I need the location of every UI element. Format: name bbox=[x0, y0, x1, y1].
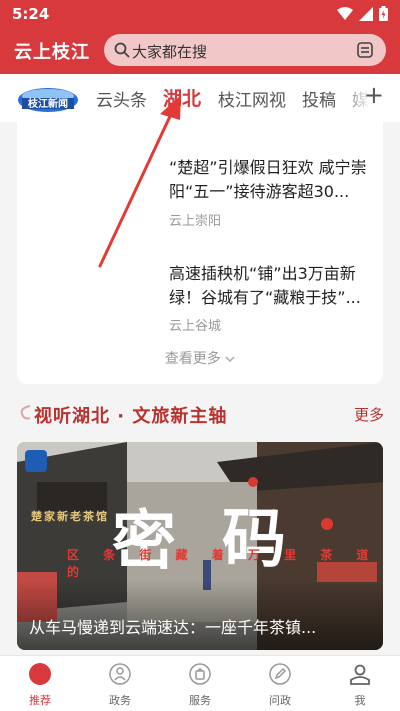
nav-inquiry[interactable]: 问政 bbox=[240, 662, 320, 708]
section-title: 视听湖北 · 文旅新主轴 bbox=[34, 406, 228, 427]
nav-me[interactable]: 我 bbox=[320, 662, 400, 708]
section-more-link[interactable]: 更多 bbox=[354, 404, 384, 425]
zhijiang-news-logo[interactable]: 枝江新闻 bbox=[16, 82, 80, 114]
channel-tab-bar: 枝江新闻 云头条 湖北 枝江网视 投稿 媒 + bbox=[0, 74, 400, 122]
search-input[interactable]: 大家都在搜 bbox=[104, 34, 386, 66]
channel-badge bbox=[25, 450, 47, 472]
news-title-1[interactable]: “楚超”引爆假日狂欢 咸宁崇阳“五一”接待游客超30... bbox=[169, 156, 369, 204]
home-dot-icon bbox=[29, 663, 51, 685]
search-icon bbox=[114, 42, 130, 58]
news-source-2: 云上谷城 bbox=[169, 319, 222, 334]
add-channel-button[interactable]: + bbox=[364, 83, 384, 107]
tab-hubei[interactable]: 湖北 bbox=[163, 84, 201, 111]
nav-recommend-label: 推荐 bbox=[29, 694, 51, 707]
search-placeholder: 大家都在搜 bbox=[132, 43, 208, 61]
nav-service[interactable]: 服务 bbox=[160, 662, 240, 708]
nav-service-label: 服务 bbox=[189, 694, 211, 707]
tab-submit[interactable]: 投稿 bbox=[302, 86, 336, 111]
government-icon bbox=[109, 663, 131, 685]
video-red-subtitle: 区 条 街 藏 着 万 里 茶 道 的 bbox=[67, 548, 379, 579]
signal-icon bbox=[359, 6, 373, 21]
battery-icon bbox=[379, 6, 388, 21]
tab-zhijiang-tv[interactable]: 枝江网视 bbox=[218, 86, 286, 111]
swirl-icon bbox=[20, 405, 31, 420]
view-more-link[interactable]: 查看更多 bbox=[17, 348, 383, 368]
nav-inquiry-label: 问政 bbox=[269, 694, 291, 707]
bottom-nav: 推荐 政务 服务 问政 我 bbox=[0, 655, 400, 711]
app-header: 云上枝江 大家都在搜 bbox=[0, 28, 400, 74]
svg-text:枝江新闻: 枝江新闻 bbox=[27, 97, 68, 110]
nav-government-label: 政务 bbox=[109, 694, 131, 707]
view-more-label: 查看更多 bbox=[164, 351, 221, 367]
service-bag-icon bbox=[189, 663, 211, 685]
user-icon bbox=[350, 664, 370, 685]
status-icons bbox=[337, 6, 388, 21]
video-caption: 从车马慢递到云端速达：一座千年茶镇... bbox=[29, 618, 317, 637]
nav-government[interactable]: 政务 bbox=[80, 662, 160, 708]
chevron-down-icon bbox=[225, 356, 235, 363]
app-title: 云上枝江 bbox=[14, 42, 90, 63]
video-card[interactable]: 楚家新老茶馆 密 码 区 条 街 藏 着 万 里 茶 道 的 从车马慢递到云端速… bbox=[17, 442, 383, 650]
wifi-icon bbox=[337, 6, 353, 20]
nav-recommend[interactable]: 推荐 bbox=[0, 662, 80, 708]
tab-yuntoutiao[interactable]: 云头条 bbox=[96, 86, 147, 111]
edit-icon bbox=[269, 663, 291, 685]
news-card: “楚超”引爆假日狂欢 咸宁崇阳“五一”接待游客超30... 云上崇阳 高速插秧机… bbox=[17, 122, 383, 384]
status-bar: 5:24 bbox=[0, 0, 400, 28]
scan-icon[interactable] bbox=[356, 41, 374, 59]
news-title-2[interactable]: 高速插秧机“铺”出3万亩新绿！谷城有了“藏粮于技”... bbox=[169, 262, 369, 310]
news-source-1: 云上崇阳 bbox=[169, 214, 222, 229]
nav-me-label: 我 bbox=[354, 694, 366, 707]
status-time: 5:24 bbox=[12, 5, 50, 23]
shop-sign: 楚家新老茶馆 bbox=[31, 510, 109, 523]
